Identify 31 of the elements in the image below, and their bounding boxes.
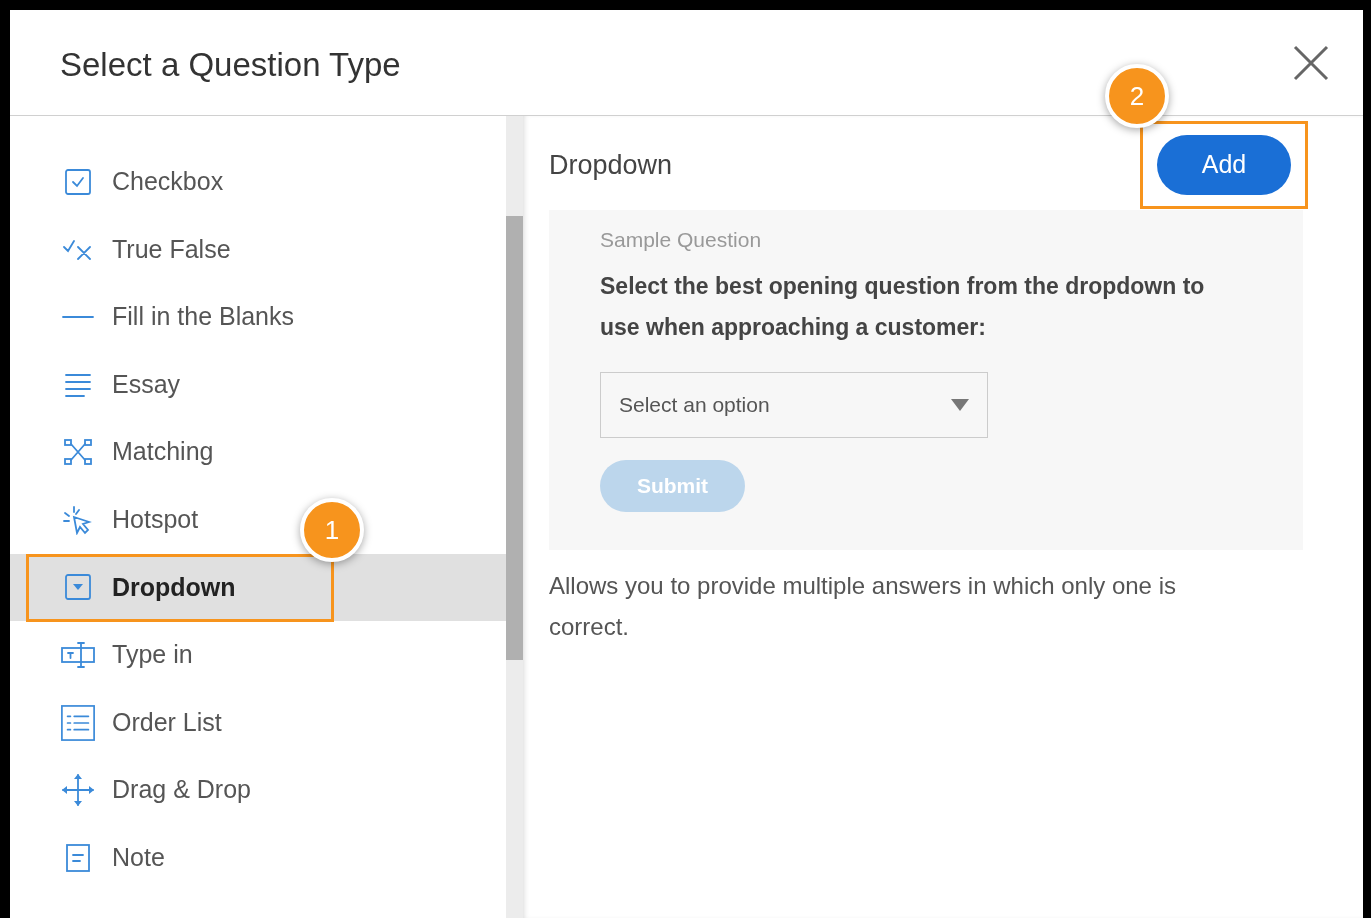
- checkbox-icon: [64, 167, 92, 196]
- question-type-item[interactable]: Dropdown: [10, 553, 506, 622]
- question-type-item[interactable]: Hotspot: [10, 485, 207, 554]
- sample-caption: Sample Question: [600, 227, 763, 253]
- question-type-item[interactable]: Checkbox: [10, 148, 232, 216]
- question-type-item[interactable]: True False: [10, 215, 239, 284]
- text-field-icon: [60, 640, 96, 669]
- question-type-item[interactable]: Matching: [10, 418, 222, 486]
- question-type-item[interactable]: Fill in the Blanks: [10, 283, 303, 351]
- sample-question: Select the best opening question from the dropdown to use when approaching a customer:: [600, 271, 1206, 342]
- dropdown-icon: [64, 573, 92, 602]
- question-type-item[interactable]: Essay: [10, 350, 189, 419]
- scrollbar-thumb[interactable]: [506, 216, 523, 660]
- dash-icon: [62, 314, 94, 320]
- lines-icon: [65, 371, 91, 398]
- matching-icon: [64, 439, 92, 466]
- question-type-item[interactable]: Note: [10, 823, 173, 892]
- move-arrows-icon: [60, 772, 96, 809]
- caret-icon: [951, 398, 969, 411]
- question-type-item[interactable]: Type in: [10, 621, 201, 689]
- note-icon: [65, 842, 91, 873]
- add-button[interactable]: Add: [1157, 135, 1291, 195]
- dialog-title: Select a Question Type: [60, 44, 401, 85]
- close-icon: [1293, 44, 1329, 81]
- option-select[interactable]: Select an option: [600, 371, 988, 438]
- preview-heading: Dropdown: [549, 148, 673, 182]
- description-text: Allows you to provide multiple answers in which only one is correct.: [549, 571, 1177, 642]
- list-icon: [60, 702, 96, 743]
- question-type-item[interactable]: Order List: [10, 688, 230, 757]
- question-type-item[interactable]: Drag & Drop: [10, 756, 259, 824]
- check-cross-icon: [62, 237, 94, 262]
